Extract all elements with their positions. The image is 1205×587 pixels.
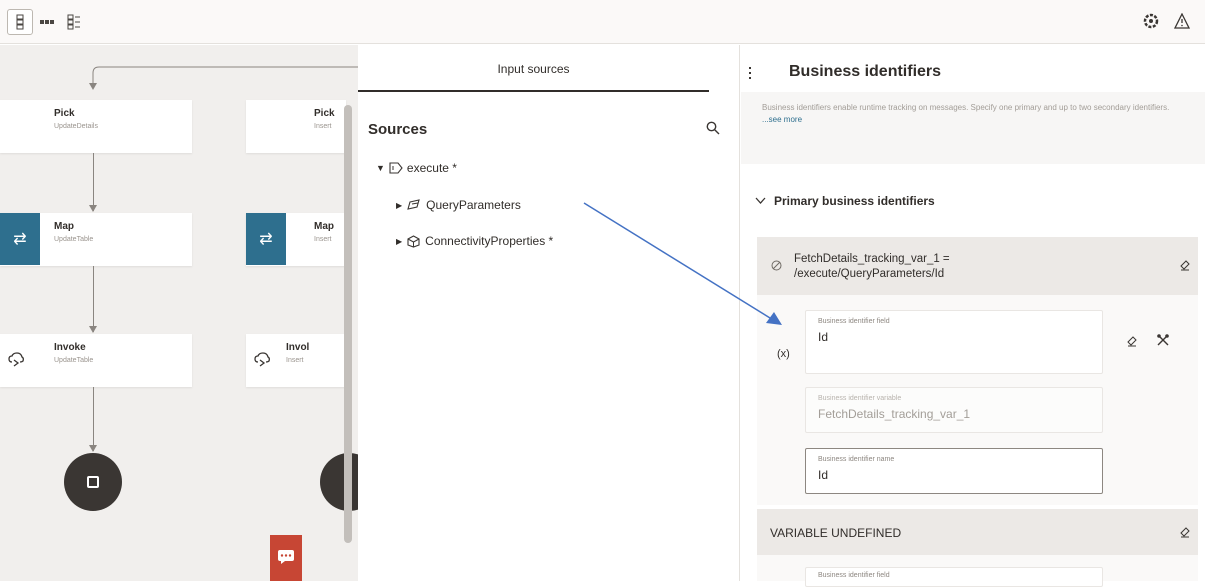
node-title: Invol — [286, 342, 310, 353]
node-subtitle: Insert — [314, 123, 332, 130]
caret-right-icon[interactable]: ▶ — [396, 237, 402, 246]
node-title: Map — [314, 221, 334, 232]
invoke-icon — [8, 352, 24, 368]
tree-node-connectivity-properties[interactable]: ▶ ConnectivityProperties * — [396, 232, 553, 250]
tree-node-execute[interactable]: ▼ execute * — [376, 159, 457, 177]
description-text: Business identifiers enable runtime trac… — [762, 103, 1170, 112]
object-icon — [407, 234, 420, 248]
top-toolbar — [0, 0, 1205, 44]
primary-expression-line2: /execute/QueryParameters/Id — [794, 268, 945, 280]
primary-expression-line1: FetchDetails_tracking_var_1 = — [794, 253, 950, 265]
business-identifier-variable-field[interactable]: Business identifier variable FetchDetail… — [805, 387, 1103, 433]
field-value: Id — [818, 330, 829, 344]
node-title: Pick — [54, 108, 75, 119]
check-circle-icon — [771, 260, 782, 271]
kebab-menu-icon[interactable] — [749, 67, 752, 79]
chevron-down-icon — [755, 197, 766, 204]
panel-title: Business identifiers — [789, 63, 942, 80]
eraser-icon[interactable] — [1179, 259, 1191, 271]
node-subtitle: UpdateTable — [54, 236, 94, 243]
node-title: Invoke — [54, 342, 86, 353]
tree-label: QueryParameters — [426, 198, 521, 212]
field-label: Business identifier variable — [818, 395, 902, 402]
node-title: Map — [54, 221, 74, 232]
caret-down-icon[interactable]: ▼ — [376, 163, 385, 173]
variable-icon: (x) — [777, 348, 790, 360]
business-identifier-name-field[interactable]: Business identifier name Id — [805, 448, 1103, 494]
search-icon[interactable] — [706, 121, 720, 135]
tools-icon[interactable] — [1156, 333, 1170, 347]
tab-input-sources[interactable]: Input sources — [358, 45, 709, 92]
eraser-icon[interactable] — [1179, 526, 1191, 538]
identifier-detail-card: Business identifier field — [757, 555, 1198, 587]
map-node[interactable]: ⇄ Map Insert — [246, 213, 346, 266]
business-identifier-field[interactable]: Business identifier field Id — [805, 310, 1103, 374]
settings-icon[interactable] — [1143, 13, 1159, 29]
business-identifier-field[interactable]: Business identifier field — [805, 567, 1103, 587]
invoke-node[interactable]: Invol Insert — [246, 334, 346, 387]
stop-icon — [87, 476, 99, 488]
end-node[interactable] — [64, 453, 122, 511]
pick-node[interactable]: Pick UpdateDetails — [0, 100, 192, 153]
description-area: Business identifiers enable runtime trac… — [741, 92, 1205, 164]
see-more-link[interactable]: ...see more — [762, 115, 802, 124]
identifier-detail-card: (x) Business identifier field Id Busines… — [757, 295, 1198, 505]
node-subtitle: Insert — [314, 236, 332, 243]
sources-title: Sources — [368, 121, 428, 138]
tree-label: ConnectivityProperties * — [425, 234, 554, 248]
node-subtitle: UpdateTable — [54, 357, 94, 364]
primary-identifier-row[interactable]: FetchDetails_tracking_var_1 = /execute/Q… — [757, 237, 1198, 295]
undefined-identifier-row[interactable]: VARIABLE UNDEFINED — [757, 509, 1198, 555]
field-label: Business identifier name — [818, 456, 895, 463]
connector-line — [93, 153, 94, 211]
horizontal-layout-icon[interactable] — [34, 9, 60, 35]
node-subtitle: Insert — [286, 357, 304, 364]
invoke-node[interactable]: Invoke UpdateTable — [0, 334, 192, 387]
field-value: FetchDetails_tracking_var_1 — [818, 407, 971, 421]
tab-label: Input sources — [497, 62, 570, 76]
field-value: Id — [818, 468, 829, 482]
node-title: Pick — [314, 108, 335, 119]
primary-section-header[interactable]: Primary business identifiers — [755, 194, 935, 208]
map-icon: ⇄ — [246, 213, 286, 265]
caret-right-icon[interactable]: ▶ — [396, 201, 402, 210]
invoke-icon — [254, 352, 270, 368]
pick-node[interactable]: Pick Insert — [246, 100, 346, 153]
canvas-scrollbar[interactable] — [344, 105, 352, 543]
connector-line — [93, 266, 94, 332]
tree-layout-icon[interactable] — [61, 9, 87, 35]
node-subtitle: UpdateDetails — [54, 123, 98, 130]
field-label: Business identifier field — [818, 572, 890, 579]
connector-line — [93, 387, 94, 451]
tree-node-query-parameters[interactable]: ▶ QueryParameters — [396, 196, 521, 214]
section-title: Primary business identifiers — [774, 194, 935, 208]
chat-button[interactable] — [270, 535, 302, 581]
undefined-label: VARIABLE UNDEFINED — [770, 526, 902, 540]
map-node[interactable]: ⇄ Map UpdateTable — [0, 213, 192, 266]
map-icon: ⇄ — [0, 213, 40, 265]
vertical-layout-icon[interactable] — [7, 9, 33, 35]
business-identifiers-panel: Business identifiers Business identifier… — [741, 45, 1205, 587]
integration-canvas[interactable]: Pick UpdateDetails Pick Insert ⇄ Map Upd… — [0, 45, 358, 581]
message-icon — [389, 162, 403, 174]
field-label: Business identifier field — [818, 318, 890, 325]
input-sources-panel: Input sources Sources ▼ execute * ▶ Quer… — [358, 45, 740, 581]
tree-label: execute * — [406, 161, 457, 175]
warning-icon[interactable] — [1174, 13, 1190, 29]
object-icon — [407, 199, 420, 210]
eraser-icon[interactable] — [1126, 335, 1138, 347]
